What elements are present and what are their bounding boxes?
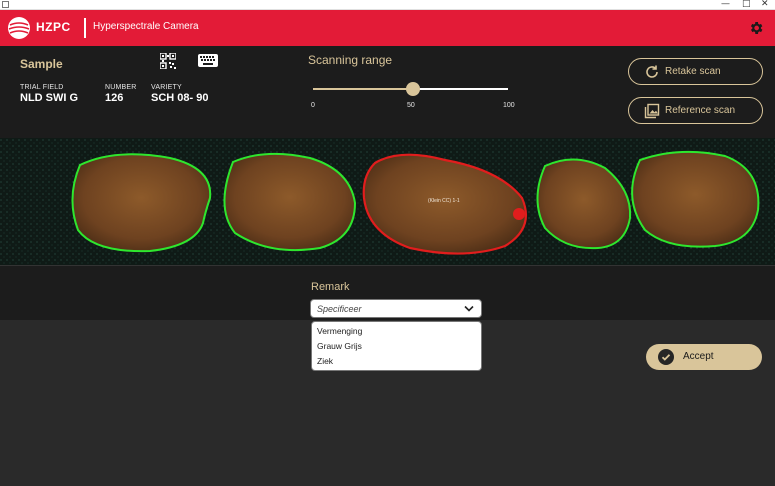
trial-field-value: NLD SWI G <box>20 92 79 104</box>
slider-fill <box>313 88 411 90</box>
tuber-item <box>631 150 760 248</box>
slider-thumb[interactable] <box>406 82 420 96</box>
qr-code-icon[interactable] <box>160 53 176 69</box>
globe-logo <box>8 17 30 39</box>
check-circle-icon <box>658 349 674 365</box>
number-value: 126 <box>105 92 124 104</box>
app-title: Hyperspectrale Camera <box>93 21 199 32</box>
refresh-icon <box>646 65 658 78</box>
remark-select-placeholder: Specificeer <box>317 304 362 314</box>
trial-field-label: TRIAL FIELD <box>20 84 64 91</box>
reference-scan-button[interactable]: Reference scan <box>628 97 763 124</box>
gear-icon[interactable] <box>748 20 764 36</box>
scanning-range-title: Scanning range <box>308 53 393 67</box>
retake-scan-label: Retake scan <box>665 66 721 77</box>
remark-options-list: Vermenging Grauw Grijs Ziek <box>311 321 482 371</box>
variety-value: SCH 08- 90 <box>151 92 209 104</box>
maximize-button[interactable]: □ <box>742 0 751 10</box>
number-label: NUMBER <box>105 84 137 91</box>
header-divider <box>84 18 86 38</box>
minimize-button[interactable]: — <box>721 0 730 10</box>
remark-select[interactable]: Specificeer <box>310 299 482 318</box>
close-button[interactable]: ✕ <box>761 0 769 10</box>
remark-option-vermenging[interactable]: Vermenging <box>317 326 362 336</box>
image-gallery-icon <box>644 103 660 119</box>
keyboard-icon[interactable] <box>198 54 218 67</box>
hyperspectral-scan-image: (Klein CC) 1-1 <box>0 138 775 265</box>
accept-label: Accept <box>683 351 714 362</box>
sample-panel: Sample TRIAL FIELD NLD SWI G NUMBER 126 … <box>0 46 775 138</box>
app-window: — □ ✕ HZPC Hyperspectrale Camera Sample <box>0 0 775 486</box>
reference-scan-label: Reference scan <box>665 105 736 116</box>
remark-option-ziek[interactable]: Ziek <box>317 356 333 366</box>
retake-scan-button[interactable]: Retake scan <box>628 58 763 85</box>
slider-mid-label: 50 <box>407 102 415 109</box>
scan-canvas <box>0 138 775 265</box>
brand-name: HZPC <box>36 20 71 34</box>
os-title-bar: — □ ✕ <box>0 0 775 10</box>
app-header: HZPC Hyperspectrale Camera <box>0 10 775 46</box>
sample-title: Sample <box>20 57 63 71</box>
tuber-item <box>71 153 212 253</box>
remark-title: Remark <box>311 281 350 293</box>
flag-marker-icon <box>513 208 525 220</box>
slider-max-label: 100 <box>503 102 515 109</box>
detection-label: (Klein CC) 1-1 <box>428 198 460 204</box>
remark-option-grauw-grijs[interactable]: Grauw Grijs <box>317 341 362 351</box>
variety-label: VARIETY <box>151 84 182 91</box>
window-app-icon <box>2 1 9 8</box>
slider-min-label: 0 <box>311 102 315 109</box>
accept-button[interactable]: Accept <box>646 344 762 370</box>
chevron-down-icon <box>464 305 474 312</box>
